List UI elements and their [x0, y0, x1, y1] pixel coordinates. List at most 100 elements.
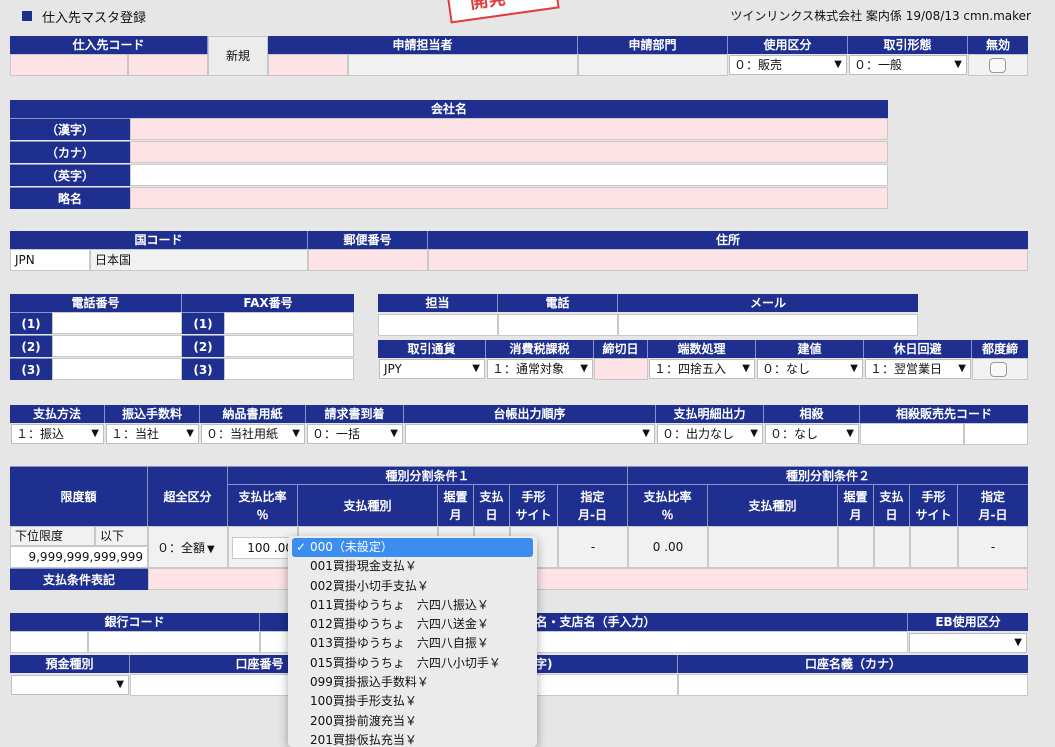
title-marker-icon: [22, 11, 32, 21]
tegata2-cell[interactable]: [910, 526, 958, 568]
pay-method-select[interactable]: １：振込 ▼: [11, 424, 104, 444]
deposit-select[interactable]: ▼: [11, 675, 129, 695]
dropdown-option[interactable]: 200買掛前渡充当￥: [288, 712, 537, 731]
currency-select[interactable]: JPY ▼: [379, 359, 485, 379]
label-tel-1: (1): [10, 312, 52, 334]
chevron-down-icon: ▼: [390, 428, 398, 439]
chevron-down-icon: ▼: [207, 544, 215, 555]
supplier-code-input-2[interactable]: [128, 54, 208, 76]
chevron-down-icon: ▼: [642, 428, 650, 439]
postal-code-input[interactable]: [308, 249, 428, 271]
header-rounding: 端数処理: [648, 340, 756, 358]
header-sueoki-2: 据置月: [838, 484, 874, 526]
header-company: 会社名: [10, 100, 888, 118]
lower-limit-label: 下位限度: [10, 526, 95, 546]
dropdown-option[interactable]: 011買掛ゆうちょ 六四八振込￥: [288, 596, 537, 615]
country-code-input[interactable]: JPN: [10, 249, 90, 271]
holder-kana-input[interactable]: [678, 674, 1028, 696]
holiday-select[interactable]: １：翌営業日 ▼: [865, 359, 971, 379]
rounding-select[interactable]: １：四捨五入 ▼: [649, 359, 755, 379]
new-button[interactable]: 新規: [208, 36, 268, 76]
country-name: 日本国: [90, 249, 308, 271]
label-kanji: （漢字）: [10, 118, 130, 140]
payday2-cell[interactable]: [874, 526, 910, 568]
over-select[interactable]: ０：全額 ▼: [157, 539, 215, 556]
dropdown-option[interactable]: 012買掛ゆうちょ 六四八送金￥: [288, 615, 537, 634]
label-fax-3: (3): [182, 358, 224, 380]
label-fax-2: (2): [182, 335, 224, 357]
header-pay-detail: 支払明細出力: [656, 405, 764, 423]
invalid-checkbox[interactable]: [989, 58, 1006, 73]
ledger-select[interactable]: ▼: [405, 424, 655, 444]
dropdown-option[interactable]: 015買掛ゆうちょ 六四八小切手￥: [288, 654, 537, 673]
chevron-down-icon: ▼: [472, 363, 480, 374]
bank-code-input[interactable]: [10, 631, 88, 653]
dropdown-option[interactable]: 100買掛手形支払￥: [288, 692, 537, 711]
dropdown-option[interactable]: 099買掛振込手数料￥: [288, 673, 537, 692]
each-close-checkbox[interactable]: [990, 362, 1007, 377]
address-input[interactable]: [428, 249, 1028, 271]
offset-select[interactable]: ０：なし ▼: [765, 424, 859, 444]
payment-kind-dropdown[interactable]: ✓ 000（未設定） 001買掛現金支払￥ 002買掛小切手支払￥ 011買掛ゆうちょ …: [288, 536, 537, 747]
chevron-down-icon: ▼: [954, 59, 962, 70]
sueoki2-cell[interactable]: [838, 526, 874, 568]
price-select[interactable]: ０：なし ▼: [757, 359, 863, 379]
dropdown-option[interactable]: 013買掛ゆうちょ 六四八自振￥: [288, 634, 537, 653]
header-invoice: 請求書到着: [306, 405, 404, 423]
notation-input[interactable]: [148, 568, 1028, 590]
header-tegata-2: 手形 サイト: [910, 484, 958, 526]
header-shitei-2: 指定 月-日: [958, 484, 1028, 526]
closing-day-input[interactable]: [594, 358, 648, 380]
dropdown-option-label: 100買掛手形支払￥: [310, 694, 417, 709]
dept-field: [578, 54, 728, 76]
tax-select[interactable]: １：通常対象 ▼: [487, 359, 593, 379]
txtype-select[interactable]: ０：一般 ▼: [849, 55, 967, 75]
tel-2-input[interactable]: [52, 335, 182, 357]
chevron-down-icon: ▼: [846, 428, 854, 439]
company-english-input[interactable]: [130, 164, 888, 186]
supplier-code-input-1[interactable]: [10, 54, 128, 76]
applicant-code-input[interactable]: [268, 54, 348, 76]
dropdown-option-label: 011買掛ゆうちょ 六四八振込￥: [310, 597, 489, 612]
offset-name: [964, 423, 1028, 445]
header-cond2: 種別分割条件２: [628, 466, 1028, 484]
dropdown-option[interactable]: 001買掛現金支払￥: [288, 557, 537, 576]
limit-amount-input[interactable]: 9,999,999,999,999: [10, 546, 148, 568]
eb-select[interactable]: ▼: [909, 633, 1027, 653]
offset-code-input[interactable]: [860, 423, 964, 445]
contact-person-input[interactable]: [378, 314, 498, 336]
header-info: ツインリンクス株式会社 案内係 19/08/13 cmn.maker: [730, 9, 1031, 23]
dropdown-option[interactable]: 002買掛小切手支払￥: [288, 577, 537, 596]
dropdown-option[interactable]: ✓ 000（未設定）: [292, 538, 533, 558]
fax-1-input[interactable]: [224, 312, 354, 334]
contact-tel-input[interactable]: [498, 314, 618, 336]
chevron-down-icon: ▼: [834, 59, 842, 70]
fee-select[interactable]: １：当社 ▼: [106, 424, 199, 444]
kind2-cell[interactable]: [708, 526, 838, 568]
header-holiday: 休日回避: [864, 340, 972, 358]
branch-code-input[interactable]: [88, 631, 260, 653]
applicant-name: [348, 54, 578, 76]
ratio2-cell[interactable]: 0 .00: [628, 526, 708, 568]
shitei1-cell: -: [558, 526, 628, 568]
dropdown-option-label: 002買掛小切手支払￥: [310, 578, 429, 593]
contact-mail-input[interactable]: [618, 314, 918, 336]
company-kana-input[interactable]: [130, 141, 888, 163]
tel-1-input[interactable]: [52, 312, 182, 334]
dropdown-option[interactable]: 201買掛仮払充当￥: [288, 731, 537, 747]
fax-2-input[interactable]: [224, 335, 354, 357]
chevron-down-icon: ▼: [580, 363, 588, 374]
header-postal: 郵便番号: [308, 231, 428, 249]
delivery-select[interactable]: ０：当社用紙 ▼: [201, 424, 305, 444]
tel-3-input[interactable]: [52, 358, 182, 380]
fax-3-input[interactable]: [224, 358, 354, 380]
pay-detail-select[interactable]: ０：出力なし ▼: [657, 424, 763, 444]
chevron-down-icon: ▼: [186, 428, 194, 439]
header-tel: 電話番号: [10, 294, 182, 312]
invoice-select[interactable]: ０：一括 ▼: [307, 424, 403, 444]
label-short-name: 略名: [10, 187, 130, 209]
company-short-name-input[interactable]: [130, 187, 888, 209]
shitei2-cell: -: [958, 526, 1028, 568]
company-kanji-input[interactable]: [130, 118, 888, 140]
usage-select[interactable]: ０：販売 ▼: [729, 55, 847, 75]
